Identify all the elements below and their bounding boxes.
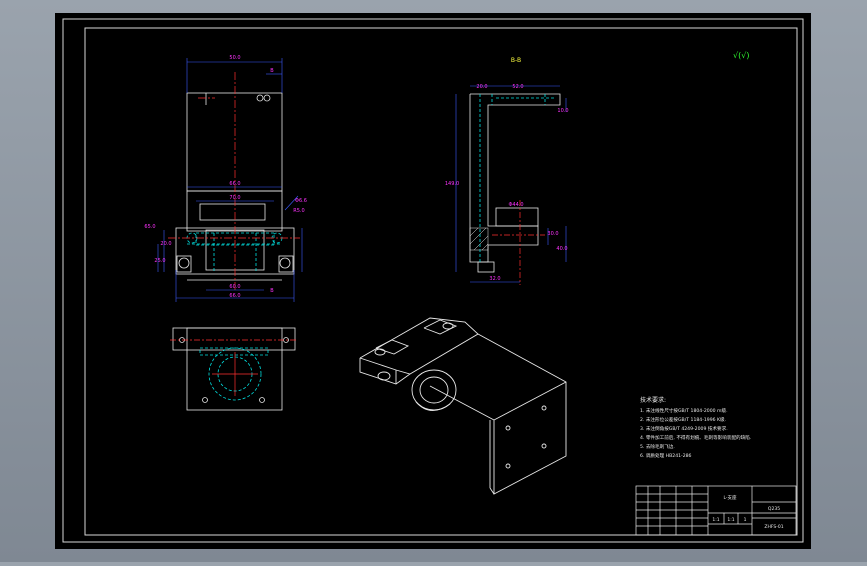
dim-right-2: R5.0 [293,208,304,214]
material: Q235 [768,506,780,512]
qty: 1 [744,517,747,523]
dim-section-top-left: 20.0 [476,84,487,90]
dim-bottom-width: 60.0 [229,284,240,290]
dim-left-1: 65.0 [144,224,155,230]
dim-mid-width: 66.0 [229,181,240,187]
tech-req-item: 2. 未注形位公差按GB/T 1184-1996 K级. [640,416,726,423]
tech-req-title: 技术要求: [640,396,666,404]
dim-right-1: Φ6.6 [295,198,307,204]
dim-section-foot: 32.0 [489,276,500,282]
dim-section-top-right: 10.0 [557,108,568,114]
dim-section-side: 30.0 [547,231,558,237]
dim-inner-width: 70.0 [229,195,240,201]
scale: 1:1 [727,517,734,523]
tech-req-item: 5. 去除毛刺飞边. [640,443,675,450]
dim-section-hole: Φ44.0 [508,202,523,208]
tech-req-item: 3. 未注倒角按GB/T 4249-2009 技术要求. [640,425,728,432]
model-space [55,13,811,549]
dim-base-width: 66.0 [229,293,240,299]
drawing-canvas: 50.0 66.0 70.0 60.0 66.0 65.0 25.0 20.0 … [55,13,811,549]
part-name: L-支座 [723,494,737,501]
roughness-symbol: √(√) [733,51,749,60]
dim-left-2: 25.0 [154,258,165,264]
mark-b-bottom: B [270,288,274,294]
drawing-code: ZHFS-01 [764,524,783,530]
dim-top-width: 50.0 [229,55,240,61]
section-label: B-B [511,57,521,64]
mark-b-top: B [270,68,274,74]
tech-req-item: 4. 零件加工前后, 不得有划痕、毛刺等影响装配的缺陷. [640,434,751,441]
tech-req-item: 6. 调质处理 HB241-286 [640,452,692,459]
dim-section-height: 149.0 [445,181,459,187]
ratio: 1:1 [712,517,719,523]
dim-section-top-mid: 52.0 [512,84,523,90]
tech-req-item: 1. 未注线性尺寸按GB/T 1804-2000 m级. [640,407,728,414]
dim-left-3: 20.0 [160,241,171,247]
dim-section-bottom: 40.0 [556,246,567,252]
cad-viewport: 50.0 66.0 70.0 60.0 66.0 65.0 25.0 20.0 … [0,0,867,562]
